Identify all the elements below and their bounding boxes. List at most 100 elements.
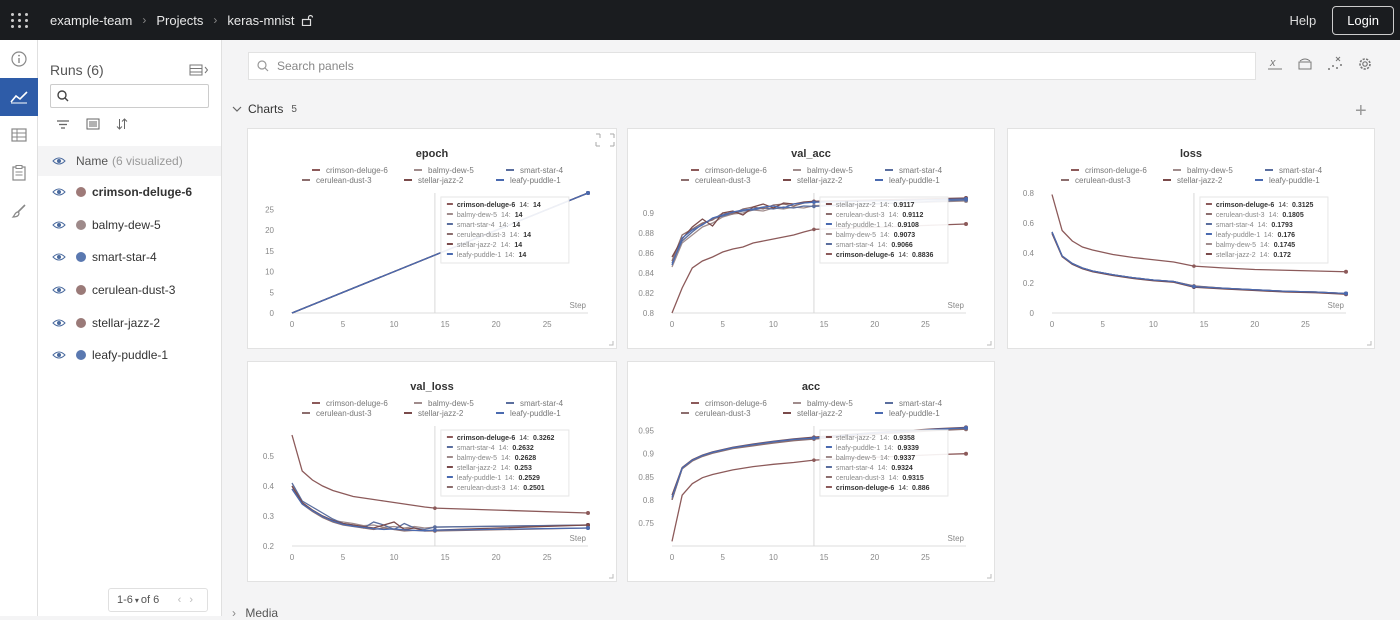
outliers-icon[interactable] [1326,56,1344,72]
tooltip-value: 0.9315 [902,475,924,482]
media-section-header[interactable]: › Media [232,606,278,620]
chart-panel-val-acc[interactable]: val_acc crimson-deluge-6 balmy-dew-5 smart-… [627,128,995,349]
group-icon[interactable] [86,118,100,130]
legend-item[interactable]: leafy-puddle-1 [875,176,940,185]
resize-handle-icon[interactable] [609,341,614,346]
charts-icon[interactable] [0,78,38,116]
run-color-dot[interactable] [76,285,86,296]
legend-item[interactable]: crimson-deluge-6 [312,166,388,175]
login-button[interactable]: Login [1332,5,1394,35]
legend-item[interactable]: crimson-deluge-6 [691,166,767,175]
legend-item[interactable]: smart-star-4 [1265,166,1323,175]
pager-arrows[interactable]: ‹› [178,594,201,606]
eye-icon[interactable] [52,252,66,262]
smoothing-icon[interactable] [1296,56,1314,72]
resize-handle-icon[interactable] [987,574,992,579]
help-link[interactable]: Help [1289,13,1316,28]
breadcrumb: example-team › Projects › keras-mnist [50,13,313,28]
charts-section-header[interactable]: Charts 5 [232,102,297,116]
legend-item[interactable]: balmy-dew-5 [414,166,474,175]
run-color-dot[interactable] [76,252,86,263]
chart-panel-acc[interactable]: acc crimson-deluge-6 balmy-dew-5 smart-star… [627,361,995,582]
chart-panel-epoch[interactable]: epoch crimson-deluge-6 balmy-dew-5 smart-st… [247,128,617,349]
run-name[interactable]: smart-star-4 [92,250,157,264]
run-color-dot[interactable] [76,317,86,328]
legend-item[interactable]: leafy-puddle-1 [496,176,561,185]
chevron-down-icon[interactable]: ▾ [135,596,139,605]
eye-icon[interactable] [52,318,66,328]
eye-icon[interactable] [52,350,66,360]
run-row[interactable]: leafy-puddle-1 [38,339,221,372]
legend-item[interactable]: cerulean-dust-3 [681,176,751,185]
legend-item[interactable]: crimson-deluge-6 [1071,166,1147,175]
legend-item[interactable]: leafy-puddle-1 [1255,176,1320,185]
name-header[interactable]: Name (6 visualized) [38,146,221,176]
run-name[interactable]: cerulean-dust-3 [92,283,175,297]
chart-panel-loss[interactable]: loss crimson-deluge-6 balmy-dew-5 smart-sta… [1007,128,1375,349]
unlock-icon[interactable] [301,14,313,26]
legend-item[interactable]: stellar-jazz-2 [783,409,843,418]
pager-range[interactable]: 1-6 [117,594,133,606]
info-icon[interactable] [0,40,38,78]
table-view-icon[interactable] [189,64,209,76]
run-name[interactable]: leafy-puddle-1 [92,348,168,362]
legend-item[interactable]: cerulean-dust-3 [1061,176,1131,185]
legend-item[interactable]: balmy-dew-5 [793,166,853,175]
breadcrumb-project[interactable]: keras-mnist [227,13,294,28]
legend-item[interactable]: balmy-dew-5 [1173,166,1233,175]
legend-item[interactable]: leafy-puddle-1 [875,409,940,418]
search-panels-input[interactable]: Search panels [248,52,1256,80]
resize-handle-icon[interactable] [1367,341,1372,346]
run-color-dot[interactable] [76,350,86,361]
legend-item[interactable]: crimson-deluge-6 [691,399,767,408]
legend-item[interactable]: stellar-jazz-2 [404,409,464,418]
chevron-down-icon[interactable] [232,105,242,113]
eye-icon[interactable] [52,285,66,295]
filter-icon[interactable] [56,118,70,130]
brush-icon[interactable] [0,192,38,230]
run-name[interactable]: crimson-deluge-6 [92,185,192,199]
legend-item[interactable]: stellar-jazz-2 [783,176,843,185]
add-panel-icon[interactable]: + [1355,100,1367,123]
logo-icon[interactable] [0,0,40,40]
legend-item[interactable]: crimson-deluge-6 [312,399,388,408]
sort-icon[interactable] [116,118,128,130]
eye-icon[interactable] [52,220,66,230]
expand-icon[interactable] [595,133,615,147]
breadcrumb-projects[interactable]: Projects [156,13,203,28]
x-axis-icon[interactable]: x [1266,56,1284,72]
run-name[interactable]: balmy-dew-5 [92,218,161,232]
legend-item[interactable]: stellar-jazz-2 [1163,176,1223,185]
legend-item[interactable]: smart-star-4 [506,399,564,408]
clipboard-icon[interactable] [0,154,38,192]
legend-item[interactable]: stellar-jazz-2 [404,176,464,185]
legend-item[interactable]: cerulean-dust-3 [302,409,372,418]
legend-item[interactable]: balmy-dew-5 [414,399,474,408]
run-row[interactable]: balmy-dew-5 [38,209,221,242]
tooltip-colon: : [888,232,890,239]
run-row[interactable]: smart-star-4 [38,241,221,274]
run-row[interactable]: stellar-jazz-2 [38,306,221,339]
legend-item[interactable]: leafy-puddle-1 [496,409,561,418]
legend-item[interactable]: smart-star-4 [885,166,943,175]
legend-item[interactable]: cerulean-dust-3 [302,176,372,185]
legend-item[interactable]: smart-star-4 [506,166,564,175]
breadcrumb-team[interactable]: example-team [50,13,132,28]
gear-icon[interactable] [1356,56,1374,72]
run-row[interactable]: cerulean-dust-3 [38,274,221,307]
runs-search-input[interactable] [50,84,209,108]
run-color-dot[interactable] [76,187,86,198]
run-color-dot[interactable] [76,219,86,230]
legend-item[interactable]: cerulean-dust-3 [681,409,751,418]
tooltip-step: 14 [499,222,507,229]
chart-panel-val-loss[interactable]: val_loss crimson-deluge-6 balmy-dew-5 smart… [247,361,617,582]
table-icon[interactable] [0,116,38,154]
resize-handle-icon[interactable] [609,574,614,579]
run-name[interactable]: stellar-jazz-2 [92,316,160,330]
run-row[interactable]: crimson-deluge-6 [38,176,221,209]
eye-icon[interactable] [52,187,66,197]
legend-item[interactable]: smart-star-4 [885,399,943,408]
legend-item[interactable]: balmy-dew-5 [793,399,853,408]
eye-icon[interactable] [52,156,66,166]
resize-handle-icon[interactable] [987,341,992,346]
